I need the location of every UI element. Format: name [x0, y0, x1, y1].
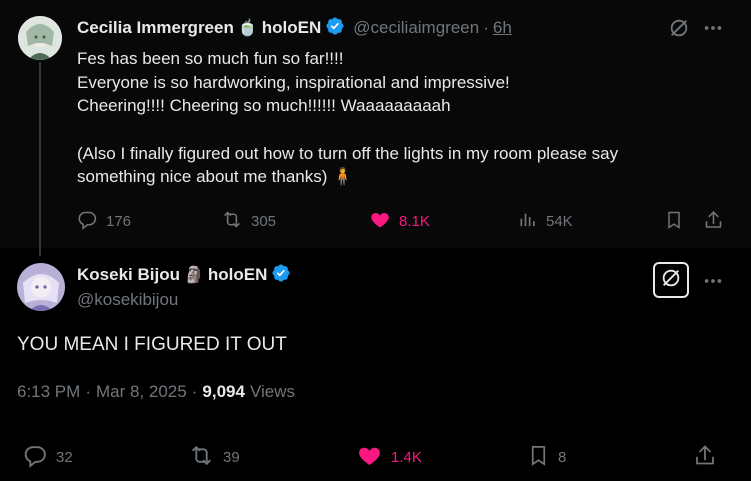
- bookmark-button[interactable]: 8: [527, 443, 566, 472]
- views-button[interactable]: 54K: [518, 209, 573, 234]
- reply-count: 176: [106, 213, 132, 230]
- author-badge-emoji: 🗿: [183, 267, 204, 284]
- reply-button[interactable]: 32: [23, 443, 73, 472]
- author-badge-emoji: 🍵: [237, 20, 258, 37]
- repost-icon: [188, 443, 215, 472]
- reply-icon: [23, 443, 48, 472]
- repost-icon: [221, 209, 243, 234]
- repost-button[interactable]: 39: [188, 443, 240, 472]
- thread-line: [39, 62, 41, 256]
- repost-count: 305: [251, 213, 277, 230]
- author-suffix[interactable]: holoEN: [262, 18, 322, 38]
- reply-icon: [77, 209, 98, 234]
- repost-button[interactable]: 305: [221, 209, 276, 234]
- author-handle[interactable]: @ceciliaimgreen: [353, 18, 479, 38]
- analytics-icon: [518, 209, 538, 234]
- grok-icon[interactable]: [668, 17, 690, 39]
- post-text: YOU MEAN I FIGURED IT OUT: [17, 334, 287, 355]
- post-line: something nice about me thanks) 🧍: [77, 167, 354, 186]
- post-time[interactable]: 6h: [493, 18, 512, 38]
- post-line: Cheering!!!! Cheering so much!!!!!! Waaa…: [77, 96, 451, 115]
- repost-count: 39: [223, 449, 240, 466]
- reply-button[interactable]: 176: [77, 209, 131, 234]
- avatar[interactable]: [18, 16, 62, 60]
- author-name[interactable]: Koseki Bijou: [77, 265, 180, 285]
- author-name[interactable]: Cecilia Immergreen: [77, 18, 234, 38]
- verified-icon: [271, 263, 291, 288]
- views-count: 54K: [546, 213, 573, 230]
- post-date[interactable]: Mar 8, 2025: [96, 382, 187, 402]
- grok-icon: [660, 267, 682, 294]
- share-icon[interactable]: [703, 209, 724, 236]
- post-line: [77, 118, 737, 142]
- post-header: Koseki Bijou 🗿 holoEN: [77, 263, 291, 287]
- more-icon[interactable]: [702, 17, 724, 39]
- bookmark-icon[interactable]: [664, 209, 684, 236]
- bookmark-count: 8: [558, 449, 567, 466]
- avatar[interactable]: [17, 263, 65, 311]
- post-time[interactable]: 6:13 PM: [17, 382, 80, 402]
- grok-button[interactable]: [653, 262, 689, 298]
- author-suffix[interactable]: holoEN: [208, 265, 268, 285]
- views-count: 9,094: [202, 382, 245, 401]
- heart-icon: [369, 209, 391, 234]
- post-text: Fes has been so much fun so far!!!! Ever…: [77, 47, 737, 189]
- post-line: Fes has been so much fun so far!!!!: [77, 49, 344, 68]
- like-button[interactable]: 8.1K: [369, 209, 430, 234]
- separator: ·: [483, 18, 489, 37]
- verified-icon: [325, 16, 345, 41]
- views-label: Views: [249, 382, 295, 401]
- like-count: 1.4K: [391, 449, 422, 466]
- like-count: 8.1K: [399, 213, 430, 230]
- share-icon[interactable]: [693, 443, 717, 473]
- reply-count: 32: [56, 449, 73, 466]
- bookmark-icon: [527, 443, 550, 472]
- post-meta: 6:13 PM · Mar 8, 2025 · 9,094 Views: [17, 382, 295, 402]
- like-button[interactable]: 1.4K: [356, 443, 422, 472]
- heart-icon: [356, 443, 383, 472]
- author-handle[interactable]: @kosekibijou: [77, 290, 178, 310]
- more-icon[interactable]: [702, 270, 724, 292]
- post-line: (Also I finally figured out how to turn …: [77, 143, 619, 163]
- post-line: Everyone is so hardworking, inspirationa…: [77, 72, 510, 92]
- post-header: Cecilia Immergreen 🍵 holoEN @ceciliaimgr…: [77, 15, 512, 41]
